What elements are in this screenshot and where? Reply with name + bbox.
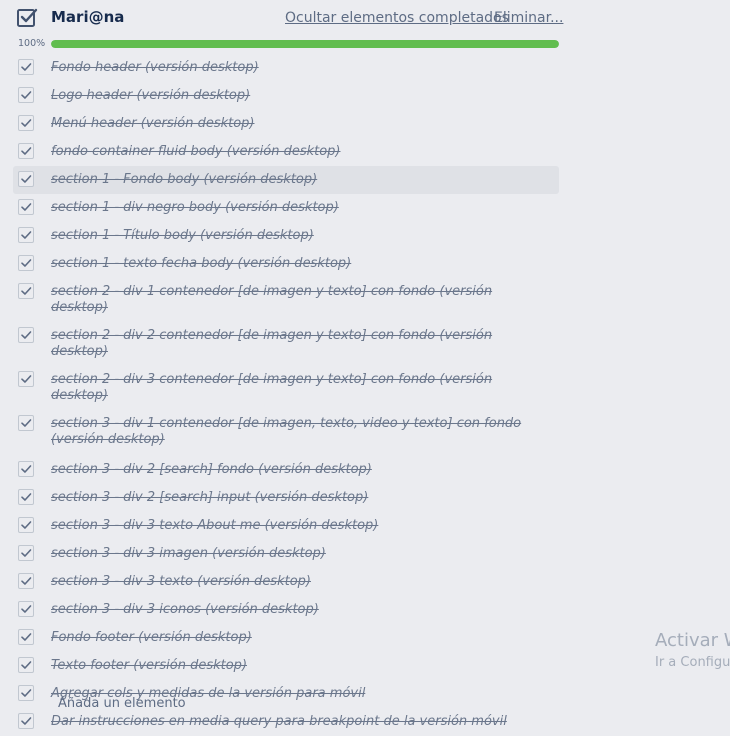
checklist-item[interactable]: Dar instrucciones en media query para br…: [13, 708, 559, 736]
item-label[interactable]: Menú header (versión desktop): [13, 110, 559, 138]
item-label[interactable]: Logo header (versión desktop): [13, 82, 559, 110]
item-checkbox[interactable]: [18, 517, 34, 533]
progress-bar-fill: [51, 40, 559, 48]
checklist-item[interactable]: section 3 - div 3 iconos (versión deskto…: [13, 596, 559, 624]
watermark-title: Activar W: [655, 630, 730, 651]
item-checkbox[interactable]: [18, 87, 34, 103]
item-checkbox[interactable]: [18, 573, 34, 589]
item-label[interactable]: section 2 - div 3 contenedor [de imagen …: [13, 366, 559, 410]
checklist-item[interactable]: section 1 - div negro body (versión desk…: [13, 194, 559, 222]
checkmark-icon: [21, 259, 32, 267]
item-label[interactable]: Fondo header (versión desktop): [13, 54, 559, 82]
checkmark-icon: [21, 577, 32, 585]
item-checkbox[interactable]: [18, 283, 34, 299]
checklist-item[interactable]: section 2 - div 1 contenedor [de imagen …: [13, 278, 559, 322]
checklist-item[interactable]: Fondo header (versión desktop): [13, 54, 559, 82]
checkmark-icon: [21, 231, 32, 239]
checklist-item[interactable]: section 3 - div 3 texto (versión desktop…: [13, 568, 559, 596]
checkmark-icon: [21, 633, 32, 641]
checklist-items: Fondo header (versión desktop) Logo heade…: [13, 54, 559, 736]
hide-completed-link[interactable]: Ocultar elementos completados: [285, 10, 509, 26]
item-checkbox[interactable]: [18, 327, 34, 343]
item-checkbox[interactable]: [18, 171, 34, 187]
checkmark-icon: [21, 493, 32, 501]
checklist-title[interactable]: Mari@na: [51, 8, 124, 26]
progress-percentage: 100%: [18, 38, 46, 49]
checklist-item[interactable]: Menú header (versión desktop): [13, 110, 559, 138]
checkmark-icon: [21, 717, 32, 725]
item-checkbox[interactable]: [18, 685, 34, 701]
item-label[interactable]: section 3 - div 3 texto (versión desktop…: [13, 568, 559, 596]
checkmark-icon: [21, 119, 32, 127]
checkmark-icon: [21, 63, 32, 71]
item-label[interactable]: section 2 - div 1 contenedor [de imagen …: [13, 278, 559, 322]
checklist-item[interactable]: section 3 - div 2 [search] fondo (versió…: [13, 456, 559, 484]
checklist-item[interactable]: Fondo footer (versión desktop): [13, 624, 559, 652]
item-checkbox[interactable]: [18, 657, 34, 673]
item-label[interactable]: section 1 - Título body (versión desktop…: [13, 222, 559, 250]
item-label[interactable]: section 3 - div 3 iconos (versión deskto…: [13, 596, 559, 624]
item-label[interactable]: section 3 - div 1 contenedor [de imagen,…: [13, 410, 559, 454]
item-checkbox[interactable]: [18, 59, 34, 75]
checkmark-icon: [21, 549, 32, 557]
item-label[interactable]: fondo container fluid body (versión desk…: [13, 138, 559, 166]
item-checkbox[interactable]: [18, 629, 34, 645]
checklist-item[interactable]: Logo header (versión desktop): [13, 82, 559, 110]
watermark-subtitle: Ir a Configu: [655, 655, 730, 670]
checkmark-icon: [21, 175, 32, 183]
checklist-item[interactable]: section 3 - div 3 texto About me (versió…: [13, 512, 559, 540]
checkmark-icon: [21, 419, 32, 427]
item-checkbox[interactable]: [18, 227, 34, 243]
checklist-item[interactable]: section 1 - Título body (versión desktop…: [13, 222, 559, 250]
item-label[interactable]: section 1 - div negro body (versión desk…: [13, 194, 559, 222]
checklist-item[interactable]: section 2 - div 2 contenedor [de imagen …: [13, 322, 559, 366]
item-label[interactable]: Texto footer (versión desktop): [13, 652, 559, 680]
checklist-header: Mari@na Ocultar elementos completados El…: [16, 5, 563, 31]
item-label[interactable]: section 3 - div 2 [search] fondo (versió…: [13, 456, 559, 484]
item-label[interactable]: section 1 - texto fecha body (versión de…: [13, 250, 559, 278]
item-label[interactable]: section 3 - div 3 texto About me (versió…: [13, 512, 559, 540]
checklist-item[interactable]: section 1 - Fondo body (versión desktop): [13, 166, 559, 194]
item-checkbox[interactable]: [18, 461, 34, 477]
item-checkbox[interactable]: [18, 601, 34, 617]
checkmark-icon: [21, 287, 32, 295]
checkmark-icon: [21, 661, 32, 669]
checklist-item[interactable]: section 3 - div 3 imagen (versión deskto…: [13, 540, 559, 568]
item-label[interactable]: Dar instrucciones en media query para br…: [13, 708, 559, 736]
item-label[interactable]: section 3 - div 2 [search] input (versió…: [13, 484, 559, 512]
checkmark-icon: [21, 465, 32, 473]
checkmark-icon: [21, 689, 32, 697]
item-checkbox[interactable]: [18, 115, 34, 131]
checkmark-icon: [21, 147, 32, 155]
item-label[interactable]: Fondo footer (versión desktop): [13, 624, 559, 652]
checkmark-icon: [21, 91, 32, 99]
item-checkbox[interactable]: [18, 545, 34, 561]
checkmark-icon: [21, 203, 32, 211]
progress-bar: [51, 40, 559, 48]
item-checkbox[interactable]: [18, 143, 34, 159]
checklist-item[interactable]: section 1 - texto fecha body (versión de…: [13, 250, 559, 278]
checklist-icon: [17, 8, 38, 27]
checkmark-icon: [21, 521, 32, 529]
checklist-item[interactable]: section 2 - div 3 contenedor [de imagen …: [13, 366, 559, 410]
item-label[interactable]: section 3 - div 3 imagen (versión deskto…: [13, 540, 559, 568]
delete-checklist-link[interactable]: Eliminar...: [494, 10, 563, 26]
item-label[interactable]: section 1 - Fondo body (versión desktop): [13, 166, 559, 194]
item-checkbox[interactable]: [18, 371, 34, 387]
checklist-item[interactable]: fondo container fluid body (versión desk…: [13, 138, 559, 166]
windows-activation-watermark: Activar W Ir a Configu: [655, 630, 730, 672]
item-checkbox[interactable]: [18, 415, 34, 431]
checkmark-icon: [21, 331, 32, 339]
item-checkbox[interactable]: [18, 199, 34, 215]
item-label[interactable]: section 2 - div 2 contenedor [de imagen …: [13, 322, 559, 366]
checkmark-icon: [21, 605, 32, 613]
item-checkbox[interactable]: [18, 255, 34, 271]
item-checkbox[interactable]: [18, 713, 34, 729]
checklist-item[interactable]: section 3 - div 1 contenedor [de imagen,…: [13, 410, 559, 456]
item-checkbox[interactable]: [18, 489, 34, 505]
checklist-item[interactable]: section 3 - div 2 [search] input (versió…: [13, 484, 559, 512]
checkmark-icon: [21, 375, 32, 383]
checklist-item[interactable]: Texto footer (versión desktop): [13, 652, 559, 680]
